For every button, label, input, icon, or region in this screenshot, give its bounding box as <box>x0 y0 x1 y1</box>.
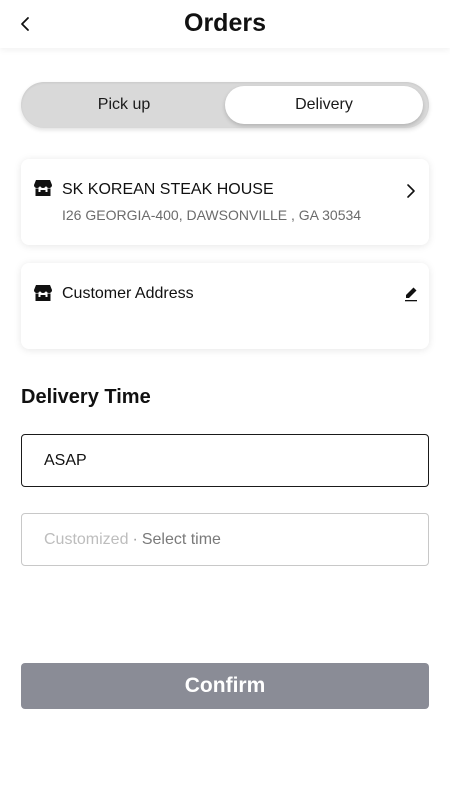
store-icon <box>34 180 52 196</box>
restaurant-address: I26 GEORGIA-400, DAWSONVILLE , GA 30534 <box>62 207 362 223</box>
order-mode-toggle: Pick up Delivery <box>21 82 429 128</box>
tab-pick-up[interactable]: Pick up <box>25 86 223 124</box>
custom-time-prefix: Customized <box>44 530 129 548</box>
pencil-icon[interactable] <box>404 286 418 302</box>
tab-delivery[interactable]: Delivery <box>225 86 423 124</box>
page-title: Orders <box>184 9 266 37</box>
custom-time-separator: · <box>132 530 138 548</box>
asap-option[interactable]: ASAP <box>21 434 429 487</box>
chevron-right-icon <box>407 184 415 198</box>
delivery-time-heading: Delivery Time <box>21 386 151 408</box>
customer-address-label: Customer Address <box>62 285 194 302</box>
asap-label: ASAP <box>44 451 87 469</box>
restaurant-card[interactable]: SK KOREAN STEAK HOUSE I26 GEORGIA-400, D… <box>21 159 429 245</box>
select-time-placeholder: Select time <box>141 530 221 548</box>
store-icon <box>34 285 52 301</box>
restaurant-name: SK KOREAN STEAK HOUSE <box>62 181 274 198</box>
custom-time-selector[interactable]: Customized · Select time <box>21 513 429 566</box>
app-header: Orders <box>0 0 450 48</box>
confirm-button[interactable]: Confirm <box>21 663 429 709</box>
customer-address-card[interactable]: Customer Address <box>21 263 429 349</box>
